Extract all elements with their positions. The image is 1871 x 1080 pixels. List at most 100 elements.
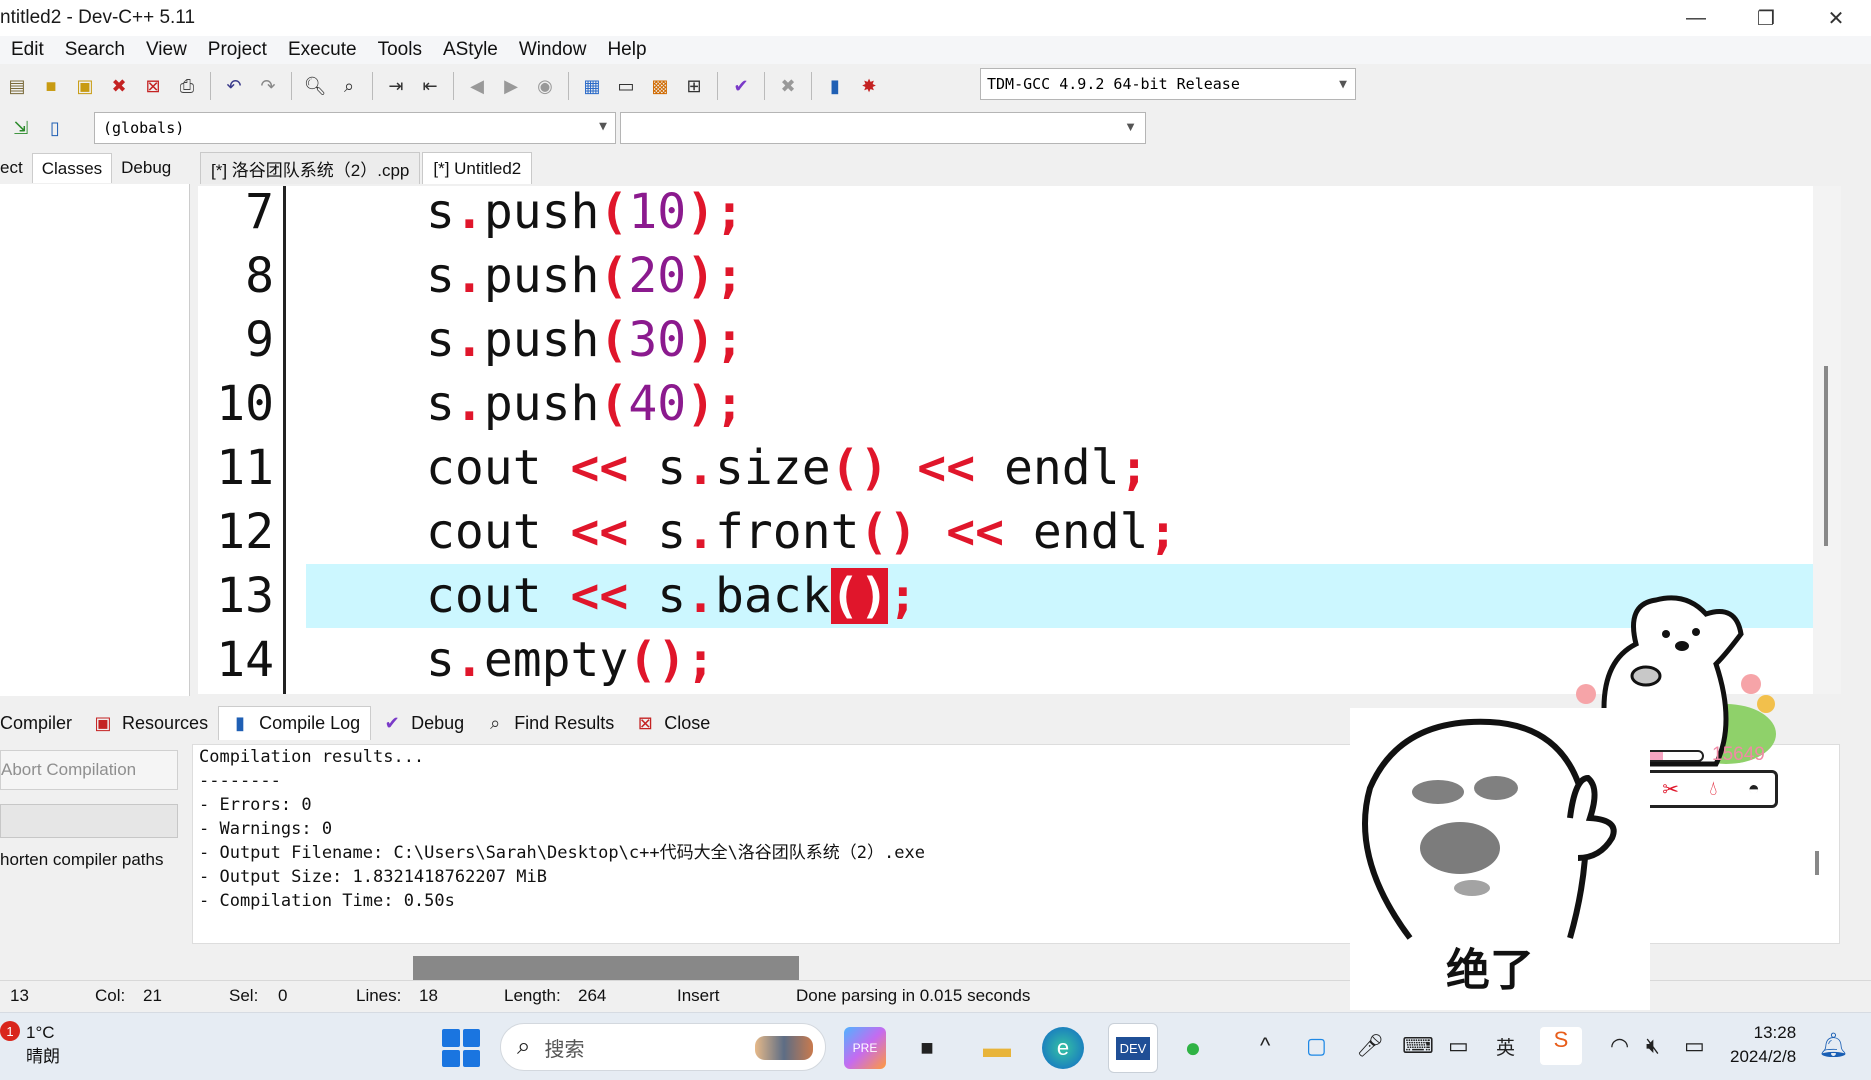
line-number: 12	[216, 504, 274, 560]
wechat-icon[interactable]: ●	[1172, 1027, 1214, 1069]
wifi-icon[interactable]: ◠	[1610, 1033, 1629, 1059]
tab-find-results[interactable]: ⌕ Find Results	[474, 706, 624, 740]
print-icon[interactable]: ⎙	[173, 72, 201, 100]
tab-debug[interactable]: Debug	[112, 158, 180, 178]
find-icon[interactable]: 🔍︎	[301, 72, 329, 100]
menu-project[interactable]: Project	[208, 39, 267, 61]
weather-widget[interactable]: 1°C 晴朗	[26, 1021, 60, 1069]
toolbar-separator	[372, 72, 373, 100]
notification-bell-icon[interactable]: 🔔︎	[1818, 1031, 1848, 1060]
tab-resources[interactable]: ▣ Resources	[82, 706, 218, 740]
code-line[interactable]: s.push(20);	[306, 244, 1836, 308]
menu-bar: Edit Search View Project Execute Tools A…	[0, 36, 1871, 64]
code-line[interactable]: s.push(30);	[306, 308, 1836, 372]
redo-icon[interactable]: ↷	[254, 72, 282, 100]
profile-delete-icon[interactable]: ✸	[855, 72, 883, 100]
menu-edit[interactable]: Edit	[11, 39, 44, 61]
syntax-check-icon[interactable]: ✔	[727, 72, 755, 100]
save-all-icon[interactable]: ▣	[71, 72, 99, 100]
menu-help[interactable]: Help	[607, 39, 646, 61]
copilot-icon[interactable]: PRE	[844, 1027, 886, 1069]
stop-icon[interactable]: ✖	[774, 72, 802, 100]
tab-compiler[interactable]: Compiler	[0, 706, 82, 740]
tab-debug-bottom[interactable]: ✔ Debug	[371, 706, 474, 740]
chevron-down-icon: ▼	[599, 119, 607, 134]
taskbar-search[interactable]: ⌕ 搜索	[500, 1023, 826, 1071]
goto-icon[interactable]: ⇲	[7, 114, 35, 142]
chart-icon: ▮	[235, 713, 246, 733]
code-line[interactable]: cout << s.front() << endl;	[306, 500, 1836, 564]
taskbar: 1 1°C 晴朗 ⌕ 搜索 PRE ■ ▬ e DEV ● ^ ▢ 🎤︎ ⌨ ▭…	[0, 1012, 1871, 1080]
menu-search[interactable]: Search	[65, 39, 125, 61]
log-horizontal-scrollbar[interactable]	[413, 956, 799, 980]
menu-window[interactable]: Window	[519, 39, 587, 61]
file-explorer-icon[interactable]: ▬	[976, 1027, 1018, 1069]
chart-icon[interactable]: ▮	[821, 72, 849, 100]
tab-close[interactable]: ⊠ Close	[624, 706, 720, 740]
editor-scrollbar[interactable]	[1813, 186, 1841, 694]
menu-tools[interactable]: Tools	[378, 39, 422, 61]
clock[interactable]: 13:28 2024/2/8	[1730, 1021, 1796, 1069]
log-vertical-scrollbar[interactable]	[1815, 851, 1819, 875]
menu-astyle[interactable]: AStyle	[443, 39, 498, 61]
devcpp-icon: DEV	[1115, 1036, 1151, 1060]
forward-icon[interactable]: ▶	[497, 72, 525, 100]
tab-file-luogu[interactable]: [*] 洛谷团队系统（2）.cpp	[200, 152, 421, 184]
devcpp-taskbar-icon[interactable]: DEV	[1108, 1023, 1158, 1073]
replace-icon[interactable]: ⌕	[335, 72, 363, 100]
windows-start-icon[interactable]	[442, 1029, 480, 1067]
abort-compilation-button[interactable]: Abort Compilation	[0, 750, 178, 790]
meme-face-illustration	[1362, 718, 1617, 940]
member-select[interactable]: ▼	[620, 112, 1146, 144]
rebuild-icon[interactable]: ⊞	[680, 72, 708, 100]
tray-app-icon[interactable]: ▢	[1306, 1033, 1327, 1059]
tab-file-untitled2[interactable]: [*] Untitled2	[422, 152, 533, 184]
chevron-up-icon[interactable]: ^	[1260, 1033, 1270, 1059]
shorten-paths-checkbox[interactable]: horten compiler paths	[0, 850, 163, 870]
battery-icon[interactable]: ▭	[1684, 1033, 1705, 1059]
code-line[interactable]: cout << s.size() << endl;	[306, 436, 1836, 500]
scope-select[interactable]: (globals) ▼	[94, 112, 616, 144]
code-line[interactable]: s.push(40);	[306, 372, 1836, 436]
speaker-muted-icon[interactable]: 🔇︎	[1646, 1033, 1660, 1059]
restore-icon[interactable]: ❐	[1731, 0, 1801, 36]
tab-compile-log[interactable]: ▮ Compile Log	[218, 706, 372, 740]
status-lines: 18	[419, 986, 438, 1005]
edge-browser-icon[interactable]: e	[1042, 1027, 1084, 1069]
ime-icon[interactable]: 英	[1496, 1033, 1515, 1060]
microphone-icon[interactable]: 🎤︎	[1356, 1033, 1384, 1059]
menu-view[interactable]: View	[146, 39, 187, 61]
run-icon[interactable]: ▭	[612, 72, 640, 100]
scope-select-value: (globals)	[103, 119, 185, 137]
bracket-match-highlight: ()	[830, 568, 889, 624]
undo-icon[interactable]: ↶	[220, 72, 248, 100]
bookmark-list-icon[interactable]: ▯	[41, 114, 69, 142]
close-icon[interactable]: ✕	[1801, 0, 1871, 36]
code-line[interactable]: s.push(10);	[306, 186, 1836, 244]
compiler-select[interactable]: TDM-GCC 4.9.2 64-bit Release ▼	[980, 68, 1356, 100]
window-title: ntitled2 - Dev-C++ 5.11	[0, 7, 196, 28]
menu-execute[interactable]: Execute	[288, 39, 357, 61]
tab-project[interactable]: ect	[0, 158, 32, 178]
status-col-label: Col:	[95, 986, 126, 1005]
keyboard-icon[interactable]: ⌨	[1402, 1033, 1434, 1059]
close-file-icon[interactable]: ✖	[105, 72, 133, 100]
indent-icon[interactable]: ⇥	[382, 72, 410, 100]
unindent-icon[interactable]: ⇤	[416, 72, 444, 100]
chevron-down-icon: ▼	[1339, 76, 1347, 92]
compile-icon[interactable]: ▦	[578, 72, 606, 100]
save-icon[interactable]: ■	[37, 72, 65, 100]
window-layout-icon[interactable]: ▭	[1448, 1033, 1469, 1059]
task-view-icon[interactable]: ■	[906, 1027, 948, 1069]
back-icon[interactable]: ◀	[463, 72, 491, 100]
scrollbar-thumb[interactable]	[1824, 366, 1828, 546]
status-length: 264	[578, 986, 607, 1005]
compile-progress-bar	[0, 804, 178, 838]
compile-run-icon[interactable]: ▩	[646, 72, 674, 100]
bookmark-icon[interactable]: ◉	[531, 72, 559, 100]
close-all-icon[interactable]: ⊠	[139, 72, 167, 100]
minimize-icon[interactable]: —	[1661, 0, 1731, 36]
tab-classes[interactable]: Classes	[31, 153, 113, 183]
sogou-input-icon[interactable]: S	[1540, 1027, 1582, 1065]
new-file-icon[interactable]: ▤	[3, 72, 31, 100]
